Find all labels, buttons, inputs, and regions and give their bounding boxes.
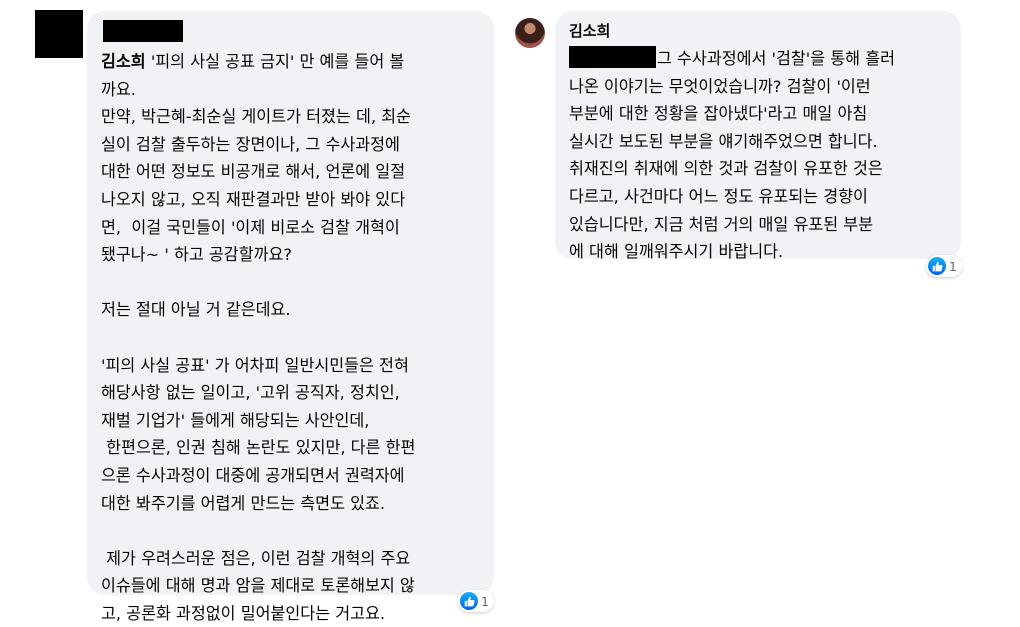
comment-text: 그 수사과정에서 '검찰'을 통해 흘러 나온 이야기는 무엇이었습니까? 검찰… — [569, 45, 947, 266]
redacted-avatar[interactable] — [35, 10, 83, 58]
redacted-author-name[interactable] — [103, 20, 183, 42]
like-icon — [460, 592, 478, 610]
reaction-count: 1 — [481, 593, 489, 609]
reaction-badge[interactable]: 1 — [926, 255, 962, 277]
comment-text: 김소희 '피의 사실 공표 금지' 만 예를 들어 볼 까요. 만약, 박근혜-… — [101, 52, 416, 623]
author-name[interactable]: 김소희 — [569, 20, 947, 42]
comment-bubble-left: 김소희 '피의 사실 공표 금지' 만 예를 들어 볼 까요. 만약, 박근혜-… — [87, 11, 494, 623]
reaction-count: 1 — [949, 258, 957, 274]
like-icon — [928, 257, 946, 275]
mentioned-name[interactable]: 김소희 — [101, 52, 146, 71]
reaction-badge[interactable]: 1 — [458, 590, 494, 612]
comment-bubble-right: 김소희 그 수사과정에서 '검찰'을 통해 흘러 나온 이야기는 무엇이었습니까… — [555, 11, 961, 261]
avatar[interactable] — [515, 18, 545, 48]
redacted-mention — [569, 46, 656, 68]
